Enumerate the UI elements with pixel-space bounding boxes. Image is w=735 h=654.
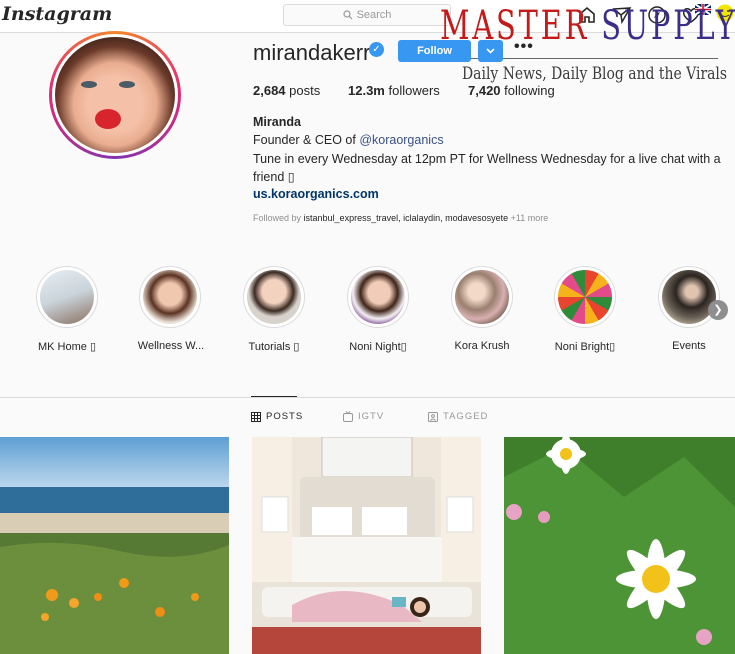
post-thumbnail-daisies[interactable] — [504, 437, 735, 654]
daisy-photo — [504, 437, 735, 654]
tabs-divider — [0, 397, 735, 398]
bio-mention-link[interactable]: @koraorganics — [359, 133, 443, 147]
followed-by-text[interactable]: Followed by istanbul_express_travel, icl… — [253, 213, 548, 223]
tab-label: TAGGED — [443, 411, 489, 422]
search-placeholder: Search — [356, 9, 392, 21]
highlight-label: Noni Bright▯ — [554, 341, 616, 353]
highlight-label: Tutorials ▯ — [248, 341, 300, 353]
following-count[interactable]: 7,420 following — [468, 83, 555, 98]
bio-line-2: Tune in every Wednesday at 12pm PT for W… — [253, 152, 721, 166]
website-link[interactable]: us.koraorganics.com — [253, 187, 379, 201]
highlight-label: Wellness W... — [137, 340, 205, 352]
instagram-logo[interactable]: Instagram — [2, 3, 112, 25]
bedroom-photo — [252, 437, 481, 654]
beach-photo — [0, 437, 229, 654]
highlight-events[interactable] — [658, 266, 720, 328]
profile-username: mirandakerr — [253, 40, 371, 65]
tab-igtv[interactable]: IGTV — [343, 411, 384, 422]
tab-label: POSTS — [266, 411, 304, 422]
chevron-down-icon — [486, 48, 495, 54]
bio-line-1: Founder & CEO of @koraorganics — [253, 133, 444, 147]
search-icon — [342, 10, 352, 20]
post-thumbnail-bedroom[interactable] — [252, 437, 481, 654]
highlight-label: Kora Krush — [454, 340, 510, 352]
suggested-dropdown-button[interactable] — [478, 40, 503, 62]
highlight-wellness[interactable] — [139, 266, 201, 328]
highlights-next-button[interactable]: ❯ — [708, 300, 728, 320]
bio-line-3: friend ▯ — [253, 170, 295, 184]
active-tab-indicator — [251, 396, 297, 397]
highlight-noni-bright[interactable] — [554, 266, 616, 328]
igtv-icon — [343, 411, 353, 422]
tag-icon — [428, 411, 438, 422]
watermark-title-blue: SUPPLY — [601, 3, 735, 49]
follow-button[interactable]: Follow — [398, 40, 471, 62]
highlight-tutorials[interactable] — [243, 266, 305, 328]
tab-posts[interactable]: POSTS — [251, 411, 303, 422]
highlight-label: Events — [672, 340, 706, 352]
highlight-mk-home[interactable] — [36, 266, 98, 328]
profile-avatar[interactable] — [49, 31, 181, 159]
followers-count[interactable]: 12.3m followers — [348, 83, 440, 98]
verified-badge-icon: ✓ — [369, 42, 384, 57]
highlight-kora-krush[interactable] — [451, 266, 513, 328]
highlight-label: MK Home ▯ — [37, 341, 96, 353]
search-input[interactable]: Search — [283, 4, 451, 26]
highlight-noni-night[interactable] — [347, 266, 409, 328]
posts-count: 2,684 posts — [253, 83, 321, 98]
tab-label: IGTV — [358, 411, 385, 422]
watermark-subtitle: Daily News, Daily Blog and the Virals — [462, 64, 728, 84]
more-options-button[interactable]: ••• — [514, 38, 534, 56]
tab-tagged[interactable]: TAGGED — [428, 411, 488, 422]
profile-full-name: Miranda — [253, 115, 301, 129]
grid-icon — [251, 411, 261, 422]
highlight-label: Noni Night▯ — [349, 341, 407, 353]
post-thumbnail-beach[interactable] — [0, 437, 229, 654]
